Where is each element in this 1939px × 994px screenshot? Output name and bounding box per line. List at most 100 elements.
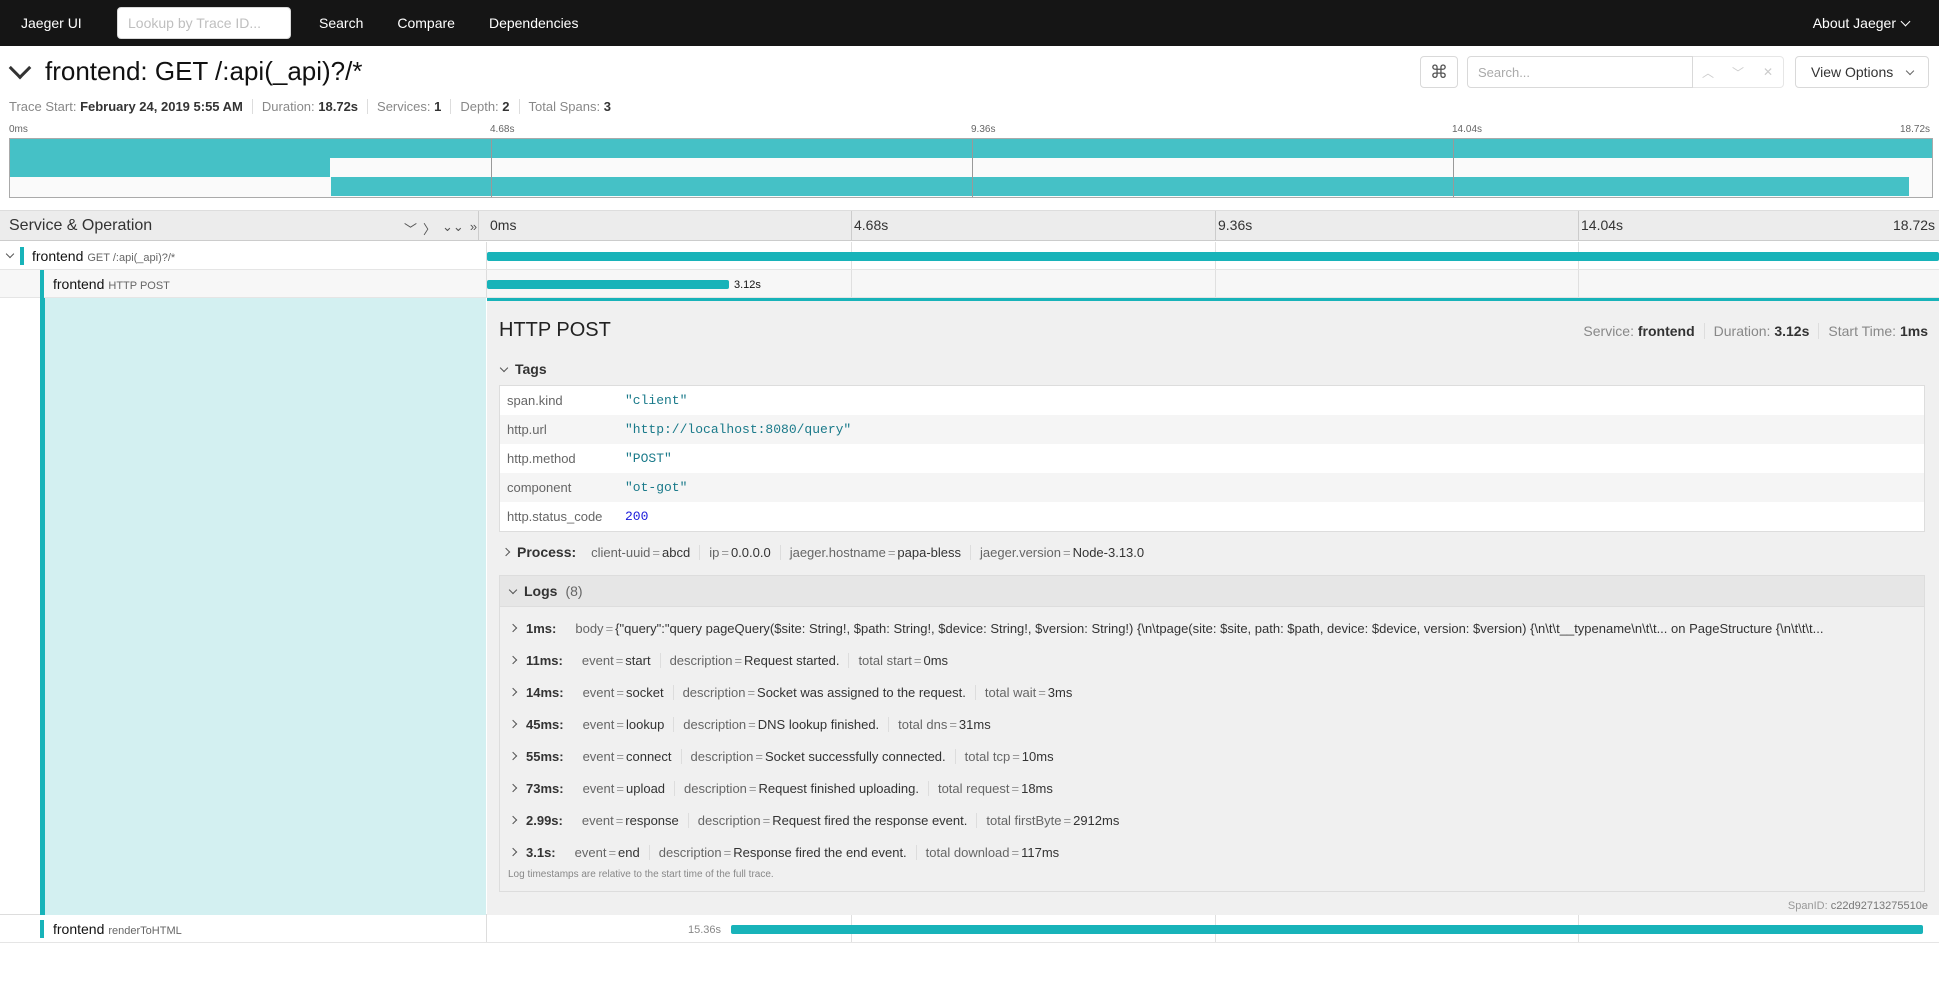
span-row[interactable]: frontend HTTP POST 3.12s: [0, 270, 1939, 298]
expand-one-icon[interactable]: 〉: [423, 219, 436, 238]
nav-search-link[interactable]: Search: [319, 15, 363, 31]
next-result-arrow-icon[interactable]: ﹀: [1723, 57, 1753, 87]
detail-start-label: Start Time:: [1828, 323, 1897, 339]
log-row[interactable]: 11ms: event = start description = Request star…: [510, 644, 1920, 676]
chevron-right-icon: [510, 623, 518, 633]
collapse-trace-chevron-icon[interactable]: [8, 56, 32, 80]
log-field: total start = 0ms: [858, 652, 949, 668]
span-row[interactable]: frontend renderToHTML 15.36s: [0, 915, 1939, 943]
log-field-key: description: [697, 812, 761, 828]
log-row[interactable]: 55ms: event = connect description = Socket suc…: [510, 740, 1920, 772]
tags-label: Tags: [515, 361, 547, 377]
span-duration-label: 3.12s: [734, 279, 761, 291]
span-name-cell[interactable]: frontend HTTP POST: [0, 270, 487, 298]
span-duration-bar[interactable]: [487, 280, 729, 289]
span-detail-title: HTTP POST: [499, 319, 611, 341]
log-field-value: Request started.: [744, 652, 840, 668]
service-color-marker: [40, 920, 44, 938]
clear-search-icon[interactable]: ✕: [1753, 57, 1783, 87]
brand-link[interactable]: Jaeger UI: [21, 15, 103, 31]
span-tree-controls: ﹀ 〉 ⌄⌄ »: [404, 219, 477, 238]
log-field-key: description: [682, 684, 746, 700]
log-row[interactable]: 3.1s: event = end description = Response fired…: [510, 836, 1920, 868]
log-field: event = lookup: [574, 716, 675, 732]
log-field: description = Socket successfully connecte…: [682, 748, 956, 764]
tag-key: http.method: [507, 451, 576, 466]
trace-search-input[interactable]: [1467, 56, 1693, 88]
log-field-value: DNS lookup finished.: [757, 716, 880, 732]
tag-value: "POST": [625, 451, 672, 466]
span-name-cell[interactable]: frontend GET /:api(_api)?/*: [0, 242, 487, 269]
process-toggle[interactable]: Process: client-uuid = abcd ip = 0.0.0.0 jae…: [501, 544, 1153, 560]
chevron-down-icon: [1905, 66, 1915, 75]
service-color-marker: [40, 270, 44, 298]
log-timestamp: 45ms:: [526, 716, 564, 732]
tag-value: "client": [625, 393, 688, 408]
minimap-tick: 0ms: [9, 124, 28, 135]
process-field: jaeger.version = Node-3.13.0: [980, 544, 1145, 560]
depth-value: 2: [502, 99, 510, 114]
process-key: client-uuid: [591, 544, 651, 560]
chevron-right-icon: [510, 751, 518, 761]
keyboard-shortcuts-button[interactable]: ⌘: [1420, 56, 1458, 88]
prev-result-arrow-icon[interactable]: ︿: [1693, 57, 1723, 87]
trace-minimap[interactable]: [9, 138, 1933, 198]
log-row[interactable]: 73ms: event = upload description = Request fin…: [510, 772, 1920, 804]
log-row[interactable]: 1ms: body = {"query":"query pageQuery($site…: [510, 612, 1920, 644]
chevron-right-icon: [510, 655, 518, 665]
span-duration-bar[interactable]: [487, 252, 1939, 261]
expand-all-icon[interactable]: ⌄⌄: [442, 219, 464, 238]
nav-dependencies-link[interactable]: Dependencies: [489, 15, 579, 31]
about-jaeger-menu[interactable]: About Jaeger: [1812, 15, 1911, 31]
process-label: Process:: [517, 544, 577, 560]
minimap-gridline: [1453, 139, 1454, 197]
log-field-key: body: [575, 620, 604, 636]
log-field-key: total download: [925, 844, 1010, 860]
duration-label: Duration:: [261, 99, 315, 114]
trace-start-value: February 24, 2019 5:55 AM: [80, 99, 243, 114]
about-jaeger-label: About Jaeger: [1812, 15, 1896, 31]
tag-key: component: [507, 480, 572, 495]
total-spans-label: Total Spans:: [528, 99, 601, 114]
collapse-all-icon[interactable]: »: [470, 219, 477, 238]
nav-links: Search Compare Dependencies: [319, 15, 612, 31]
minimap-tick: 9.36s: [971, 124, 996, 135]
depth-label: Depth:: [460, 99, 499, 114]
logs-toggle[interactable]: Logs (8): [500, 576, 1924, 607]
top-nav: Jaeger UI Search Compare Dependencies Ab…: [0, 0, 1939, 46]
log-timestamp: 55ms:: [526, 748, 564, 764]
span-name-cell[interactable]: frontend renderToHTML: [0, 915, 487, 942]
tags-toggle[interactable]: Tags: [499, 361, 547, 377]
span-duration-label: 15.36s: [688, 924, 722, 936]
span-details-content: HTTP POST Service: frontend Duration: 3.…: [487, 298, 1939, 915]
log-field-value: lookup: [625, 716, 665, 732]
minimap-ticks: 0ms 4.68s 9.36s 14.04s 18.72s: [0, 124, 1939, 136]
tag-row: http.method "POST": [500, 444, 1924, 473]
log-row[interactable]: 45ms: event = lookup description = DNS lookup …: [510, 708, 1920, 740]
span-row[interactable]: frontend GET /:api(_api)?/*: [0, 242, 1939, 270]
chevron-down-icon[interactable]: [5, 249, 15, 259]
log-field-key: description: [658, 844, 722, 860]
span-duration-bar[interactable]: [731, 925, 1923, 934]
log-field-key: description: [684, 780, 747, 796]
detail-service-label: Service:: [1583, 323, 1634, 339]
collapse-one-icon[interactable]: ﹀: [404, 219, 417, 238]
log-field-key: total start: [858, 652, 912, 668]
log-field: event = connect: [574, 748, 682, 764]
view-options-dropdown[interactable]: View Options: [1795, 56, 1929, 88]
column-resize-handle[interactable]: [478, 211, 484, 241]
gridline: [1215, 270, 1216, 297]
log-timestamp: 14ms:: [526, 684, 564, 700]
nav-compare-link[interactable]: Compare: [397, 15, 455, 31]
minimap-gridline: [972, 139, 973, 197]
trace-id-lookup-input[interactable]: [117, 7, 291, 39]
minimap-gridline: [491, 139, 492, 197]
span-label: frontend GET /:api(_api)?/*: [32, 248, 175, 264]
span-operation: renderToHTML: [108, 925, 182, 937]
timeline-tick: 18.72s: [1893, 217, 1936, 233]
log-row[interactable]: 14ms: event = socket description = Socket was …: [510, 676, 1920, 708]
chevron-right-icon: [510, 687, 518, 697]
tag-row: component "ot-got": [500, 473, 1924, 502]
log-row[interactable]: 2.99s: event = response description = Request …: [510, 804, 1920, 836]
process-key: jaeger.version: [980, 544, 1061, 560]
